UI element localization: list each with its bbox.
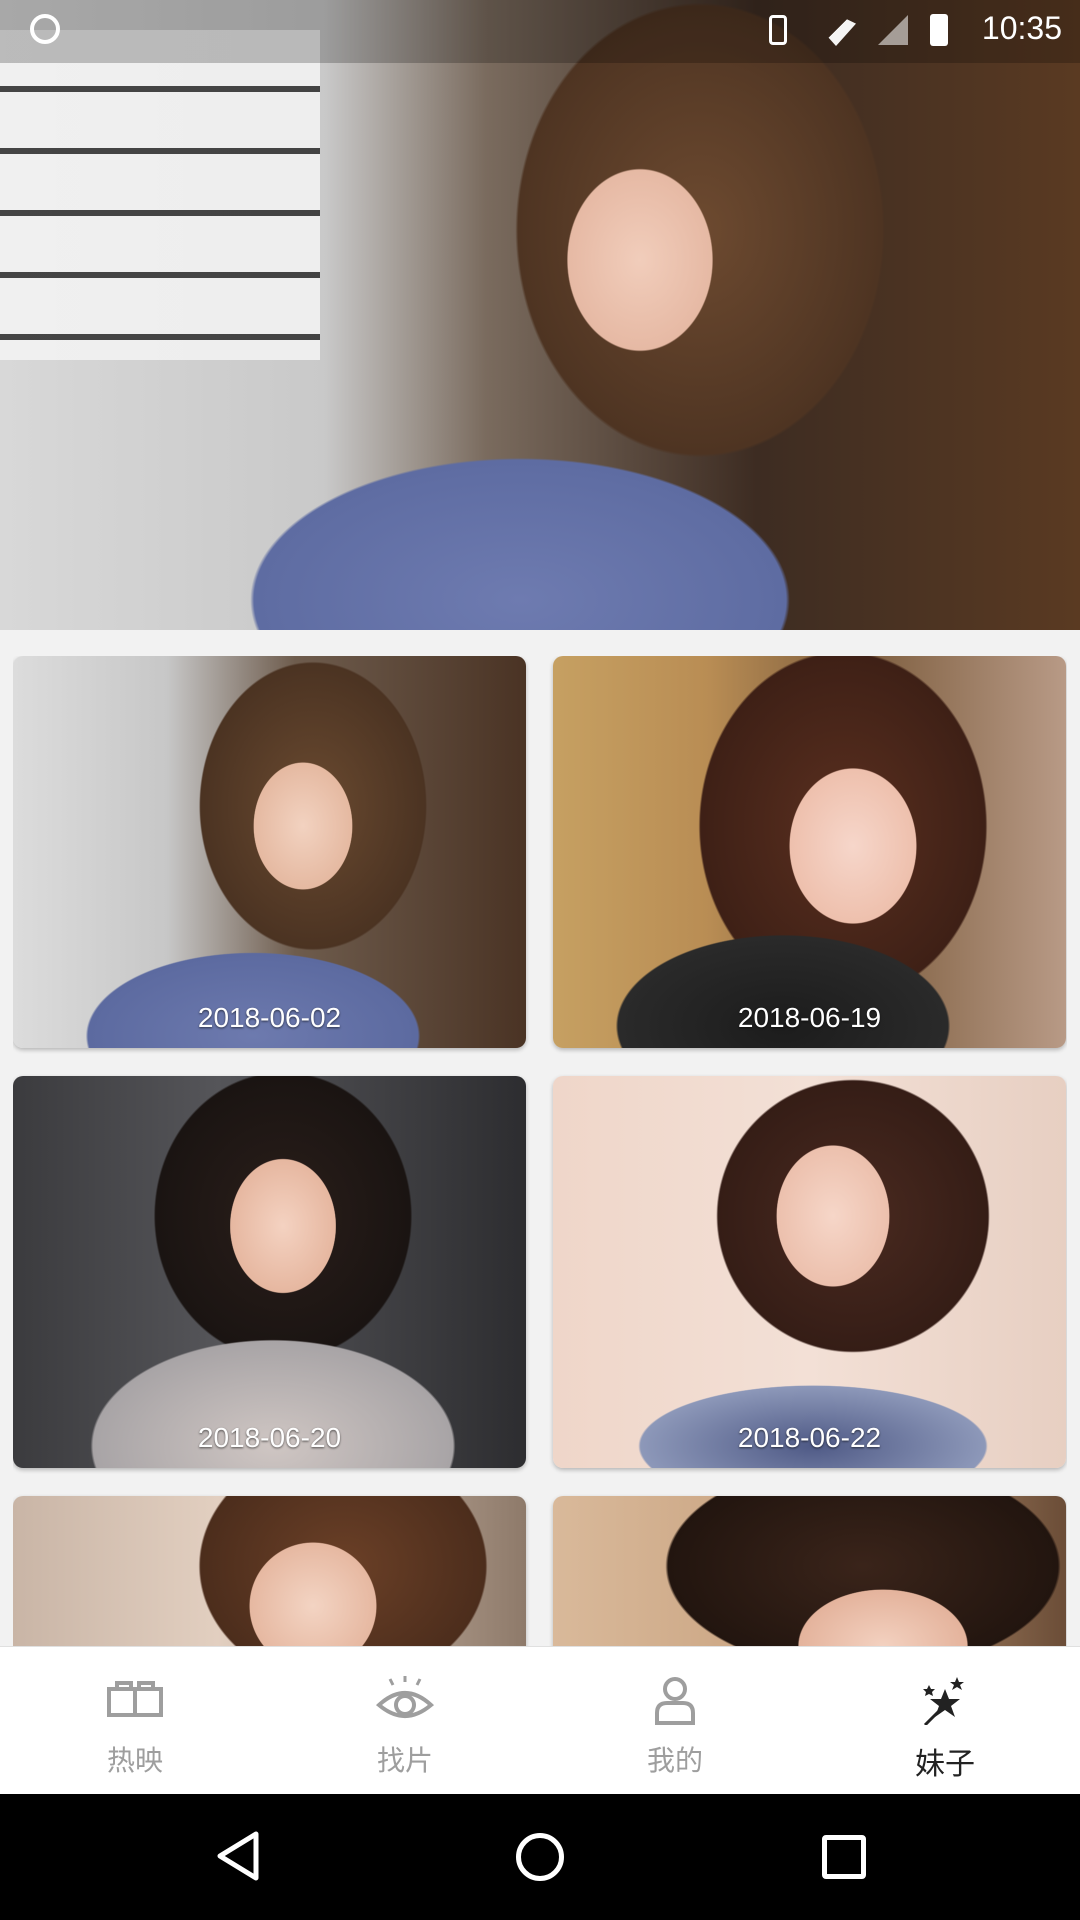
person-icon <box>655 1677 695 1725</box>
photo-date: 2018-06-02 <box>197 1002 342 1033</box>
back-icon[interactable] <box>214 1830 260 1882</box>
photo-card[interactable] <box>13 1496 526 1646</box>
vibrate-icon <box>769 15 787 45</box>
photo-thumbnail <box>553 1496 1066 1646</box>
photo-date: 2018-06-20 <box>197 1422 342 1453</box>
photo-card[interactable] <box>553 1496 1066 1646</box>
photo-thumbnail <box>13 656 526 1048</box>
photo-date: 2018-06-22 <box>737 1422 882 1453</box>
hero-photo[interactable] <box>0 0 1080 630</box>
ticket-icon <box>107 1681 163 1717</box>
hero-background-shelves <box>0 30 320 360</box>
photo-thumbnail <box>553 656 1066 1048</box>
photo-date: 2018-06-19 <box>737 1002 882 1033</box>
no-signal-icon <box>878 15 908 45</box>
photo-thumbnail <box>13 1496 526 1646</box>
photo-card[interactable]: 2018-06-02 <box>13 656 526 1048</box>
nav-item-find[interactable]: 找片 <box>270 1647 540 1795</box>
status-bar: 10:35 <box>0 0 1080 63</box>
battery-charging-icon <box>930 14 948 46</box>
nav-item-hot[interactable]: 热映 <box>0 1647 270 1795</box>
nav-item-girls[interactable]: 妹子 <box>810 1647 1080 1795</box>
status-time: 10:35 <box>981 10 1062 46</box>
nav-label-hot: 热映 <box>106 1744 163 1777</box>
photo-grid[interactable]: 2018-06-02 2018-06-19 2018-06-20 2018-06… <box>13 656 1067 1646</box>
photo-card[interactable]: 2018-06-22 <box>553 1076 1066 1468</box>
home-icon[interactable] <box>516 1833 564 1881</box>
photo-thumbnail <box>553 1076 1066 1468</box>
photo-card[interactable]: 2018-06-19 <box>553 656 1066 1048</box>
notification-circle-icon <box>30 14 60 44</box>
nav-label-mine: 我的 <box>646 1744 703 1777</box>
bottom-navigation: 热映 找片 我的 妹子 <box>0 1646 1080 1795</box>
wifi-off-icon <box>816 14 856 46</box>
nav-label-girls: 妹子 <box>915 1747 975 1782</box>
eye-icon <box>375 1676 435 1718</box>
status-icons <box>762 14 948 46</box>
nav-label-find: 找片 <box>376 1744 433 1777</box>
photo-thumbnail <box>13 1076 526 1468</box>
stars-wand-icon <box>923 1677 964 1725</box>
recent-apps-icon[interactable] <box>822 1835 866 1879</box>
system-navigation-bar <box>0 1794 1080 1920</box>
nav-item-mine[interactable]: 我的 <box>540 1647 810 1795</box>
photo-card[interactable]: 2018-06-20 <box>13 1076 526 1468</box>
